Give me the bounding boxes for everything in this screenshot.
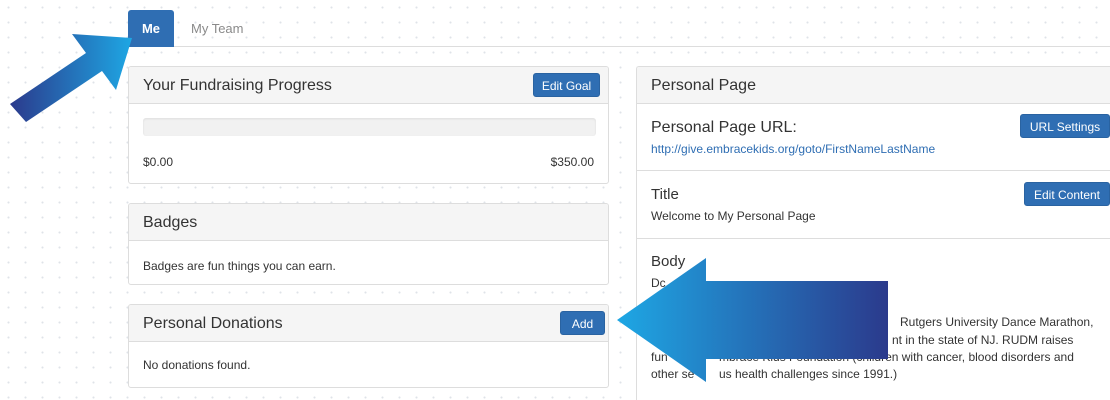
arrow-pointing-to-me-tab-icon [10, 34, 132, 122]
annotation-arrows [10, 34, 888, 382]
arrow-pointing-to-add-button-icon [617, 258, 888, 382]
